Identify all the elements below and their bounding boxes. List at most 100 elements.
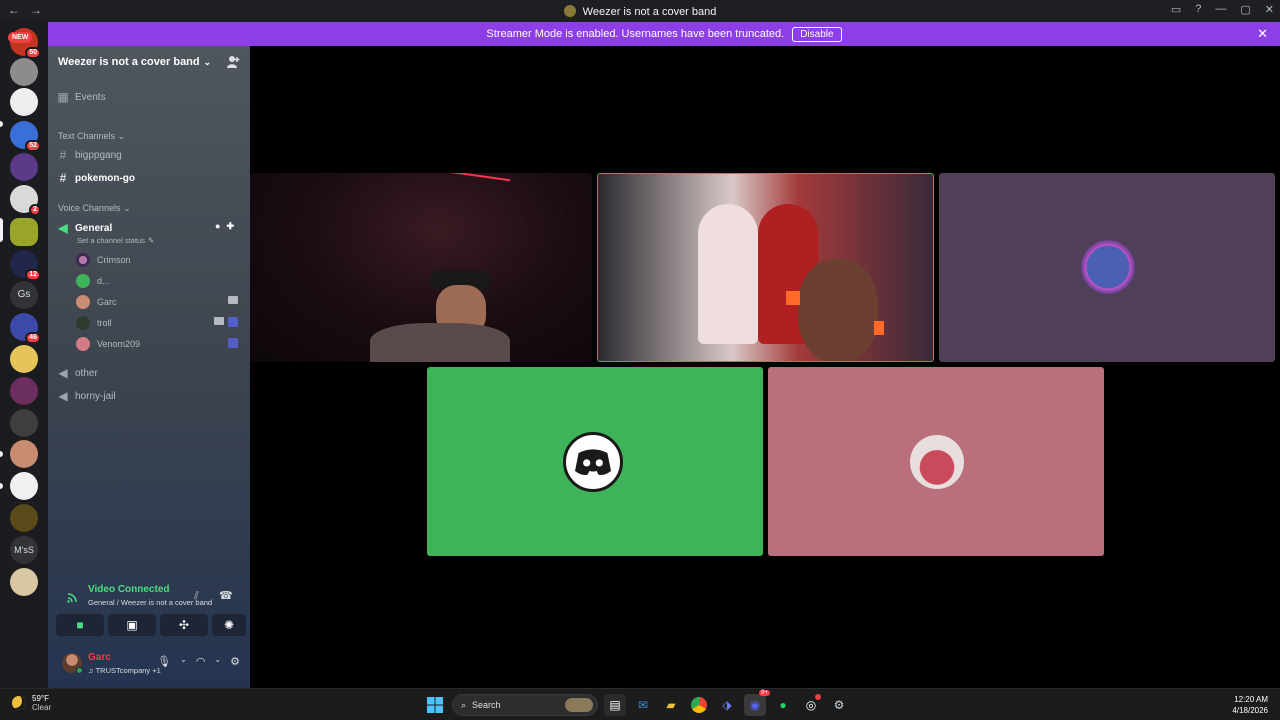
disable-streamer-mode-button[interactable]: Disable [792,26,842,42]
gear-icon[interactable]: ⚙ [230,655,240,668]
windows-logo-icon [427,697,443,713]
poster-figure [698,204,758,344]
store-icon[interactable]: ▤ [604,694,626,716]
video-tile-camera-speaking[interactable] [597,173,934,362]
voice-username: d... [97,276,110,286]
activities-button[interactable]: ✣ [160,614,208,636]
guild-icon[interactable] [10,472,38,500]
invite-people-icon[interactable] [226,55,240,69]
moon-icon [12,696,26,710]
close-window-button[interactable]: ✕ [1265,3,1274,16]
maximize-button[interactable]: ▢ [1240,3,1250,16]
mention-badge: 2 [29,204,41,216]
noise-suppression-icon[interactable]: ⫽ [194,590,199,603]
events-label: Events [75,91,106,103]
weather-widget[interactable]: 59°F Clear [12,694,51,712]
unread-pip [0,451,3,457]
app-icon[interactable]: ⬗ [716,694,738,716]
video-tile-camera[interactable] [250,173,592,362]
steam-icon[interactable]: ⚙ [828,694,850,716]
help-icon[interactable]: ? [1195,3,1201,16]
system-clock[interactable]: 12:20 AM 4/18/2026 [1232,694,1268,716]
invite-icon[interactable]: ✚ [226,221,234,232]
time: 12:20 AM [1234,695,1268,704]
hashtag-icon: # [59,171,67,185]
app-icon[interactable]: ◎ [800,694,822,716]
voice-username: Garc [97,297,117,307]
window-title-text: Weezer is not a cover band [582,6,717,18]
camera-toggle-button[interactable]: ■ [56,614,104,636]
calendar-icon: ▦ [57,90,69,104]
video-tile-avatar[interactable] [939,173,1275,362]
headphones-icon[interactable]: ◠ [196,655,206,668]
start-button[interactable] [424,694,446,716]
guild-icon[interactable] [10,88,38,116]
soundboard-button[interactable]: ✺ [212,614,246,636]
server-header[interactable]: Weezer is not a cover band ⌄ [48,46,250,78]
guild-icon[interactable]: 12 [10,250,41,281]
chat-bubble-icon[interactable]: ● [215,221,220,232]
text-channels-category[interactable]: Text Channels ⌄ [58,131,125,142]
chevron-down-icon[interactable]: ⌄ [214,655,221,668]
set-channel-status[interactable]: Set a channel status ✎ [77,236,263,245]
led-light [420,173,510,194]
mention-badge: 52 [25,140,41,152]
spotify-icon[interactable]: ● [772,694,794,716]
video-tile-avatar[interactable] [768,367,1104,556]
guild-icon[interactable] [10,440,38,468]
voice-channels-category[interactable]: Voice Channels ⌄ [58,203,131,214]
signal-icon[interactable] [66,590,80,604]
speaker-icon: ◀ [58,366,68,380]
inbox-icon[interactable]: ▭ [1171,3,1181,16]
voice-user[interactable]: Garc [76,295,242,309]
online-status-icon [76,667,83,674]
events-link[interactable]: ▦ Events [56,90,242,104]
minimize-button[interactable]: — [1215,3,1226,16]
screen-share-button[interactable]: ▣ [108,614,156,636]
activity-icon [228,338,238,348]
guild-icon[interactable]: 52 [10,121,41,152]
voice-channel-general[interactable]: ◀ General ● ✚ [56,221,242,235]
disconnect-icon[interactable]: ☎ [219,589,233,602]
guild-icon[interactable] [10,377,38,405]
microphone-icon[interactable]: 🎙︎ [157,655,171,668]
guild-icon[interactable] [10,504,38,532]
discord-taskbar-icon[interactable]: ◉ 9+ [744,690,770,716]
voice-user[interactable]: Venom209 [76,337,242,351]
voice-channel-other[interactable]: ◀ other [56,366,242,380]
voice-user[interactable]: Crimson [76,253,242,267]
guild-icon[interactable]: Gs [10,281,38,309]
guild-icon[interactable]: M'sS [10,536,38,564]
voice-channel-horny-jail[interactable]: ◀ horny-jail [56,389,242,403]
guild-icon[interactable] [10,345,38,373]
guild-icon[interactable]: NEW 50 [8,28,41,59]
chevron-down-icon[interactable]: ⌄ [180,655,187,668]
channel-name: pokemon-go [75,172,135,184]
guild-icon[interactable] [10,568,38,596]
guild-icon[interactable] [10,409,38,437]
voice-user[interactable]: troll [76,316,242,330]
guild-icon[interactable] [10,153,38,181]
guild-icon[interactable]: 46 [10,313,41,344]
chevron-down-icon: ⌄ [203,56,212,67]
discord-default-avatar [563,432,623,492]
guild-icon[interactable]: 2 [10,185,41,216]
soundboard-icon: ✺ [223,618,235,632]
window-controls: ▭ ? — ▢ ✕ [1171,3,1274,16]
chrome-icon[interactable] [688,694,710,716]
banner-close-icon[interactable]: ✕ [1257,26,1268,42]
avatar [910,435,964,489]
video-tile-avatar[interactable] [427,367,763,556]
outlook-icon[interactable]: ✉ [632,694,654,716]
file-explorer-icon[interactable]: ▰ [660,694,682,716]
guild-icon[interactable] [10,58,38,86]
channel-bigppgang[interactable]: # bigppgang [56,148,242,162]
channel-pokemon-go[interactable]: # pokemon-go [56,171,242,185]
mention-badge: 46 [25,332,41,344]
user-activity-text: TRUSTcompany +1 [95,666,161,675]
chevron-down-icon: ⌄ [117,131,126,141]
orange-light [874,321,884,335]
guild-icon-selected[interactable] [10,218,38,246]
voice-user[interactable]: d... [76,274,242,288]
taskbar-search[interactable]: ⌕ Search [452,694,598,716]
